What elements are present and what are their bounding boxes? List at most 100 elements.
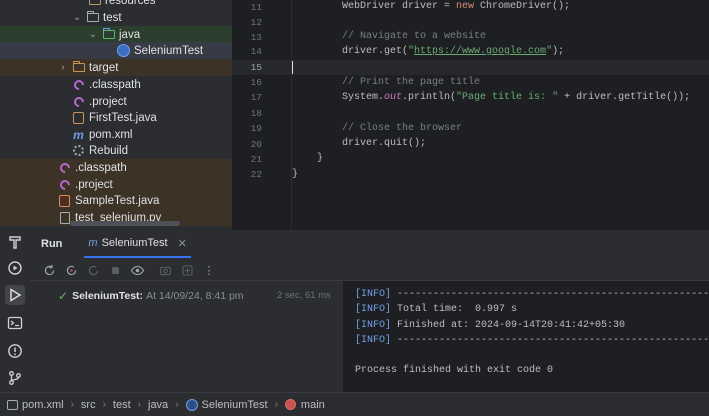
chevron-right-icon: ›: [70, 399, 74, 410]
services-icon[interactable]: [5, 258, 25, 278]
code-line: }: [292, 169, 299, 180]
tree-item-test[interactable]: ⌄ test: [0, 9, 232, 26]
breadcrumb-item[interactable]: › src: [64, 399, 96, 411]
code-field: out: [384, 92, 403, 103]
chevron-right-icon[interactable]: ›: [58, 62, 68, 73]
test-duration: 2 sec, 61 ms: [277, 290, 331, 301]
breadcrumb-item[interactable]: pom.xml: [6, 399, 64, 411]
chevron-right-icon: ›: [274, 399, 278, 410]
tree-item-label: Rebuild: [89, 144, 128, 157]
terminal-icon[interactable]: [5, 313, 25, 333]
tree-item-project[interactable]: .project: [0, 93, 232, 110]
breadcrumb-label: main: [300, 398, 325, 411]
export-icon[interactable]: [178, 262, 196, 278]
tree-item-label: .classpath: [75, 161, 127, 174]
breadcrumb-item[interactable]: › test: [96, 399, 131, 411]
rerun-icon[interactable]: [40, 262, 58, 278]
chevron-right-icon: ›: [102, 399, 106, 410]
breadcrumb-label: java: [148, 398, 169, 411]
line-number: 19: [250, 123, 262, 134]
tool-window-bar: [0, 230, 30, 392]
eclipse-file-icon: [57, 177, 72, 192]
console-text: Finished at: 2024-09-14T20:41:42+05:30: [391, 320, 626, 331]
run-tab-label: SeleniumTest: [101, 237, 168, 249]
tree-item-target[interactable]: › target: [0, 59, 232, 76]
java-class-icon: [185, 398, 198, 411]
code-token: driver.get(: [342, 46, 409, 57]
console-output[interactable]: [INFO] ---------------------------------…: [343, 281, 709, 392]
console-tag: [INFO]: [355, 320, 392, 331]
tree-item-firsttest[interactable]: FirstTest.java: [0, 109, 232, 126]
tree-item-pom[interactable]: m pom.xml: [0, 126, 232, 143]
breadcrumb-item[interactable]: › java: [131, 399, 169, 411]
tree-item-rebuild[interactable]: Rebuild: [0, 142, 232, 159]
code-token: );: [552, 46, 565, 57]
run-tab-seleniumtest[interactable]: m SeleniumTest ✕: [84, 230, 191, 258]
console-line: [INFO] Total time: 0.997 s: [355, 304, 517, 315]
line-number: 17: [250, 92, 262, 103]
tree-item-label: FirstTest.java: [89, 111, 157, 124]
breadcrumb-item[interactable]: › main: [268, 399, 325, 411]
line-number: 11: [250, 2, 262, 13]
close-icon[interactable]: ✕: [178, 237, 187, 250]
breadcrumb-label: src: [80, 398, 96, 411]
chevron-right-icon: ›: [175, 399, 179, 410]
stop-icon[interactable]: [106, 262, 124, 278]
rerun-failed-icon[interactable]: [62, 262, 80, 278]
folder-icon: [88, 0, 101, 7]
gear-icon: [72, 144, 85, 157]
code-url-link[interactable]: https://www.google.com: [414, 46, 546, 57]
tree-item-label: pom.xml: [89, 128, 133, 141]
code-token: System.: [342, 92, 385, 103]
breadcrumb-item[interactable]: › SeleniumTest: [168, 398, 268, 411]
code-line: }: [317, 153, 324, 164]
passed-check-icon: ✓: [58, 289, 69, 303]
build-icon[interactable]: [5, 232, 25, 252]
tree-item-resources[interactable]: resources: [0, 0, 232, 9]
screenshot-icon[interactable]: [156, 262, 174, 278]
tree-item-project-root[interactable]: .project: [0, 176, 232, 193]
tree-item-classpath-root[interactable]: .classpath: [0, 159, 232, 176]
chevron-down-icon[interactable]: ⌄: [72, 12, 82, 23]
line-number: 12: [250, 17, 262, 28]
tree-item-sampletest[interactable]: SampleTest.java: [0, 192, 232, 209]
run-icon[interactable]: [5, 285, 25, 305]
tree-item-label: .project: [89, 95, 127, 108]
current-line-highlight: [232, 60, 709, 75]
test-results-tree: ✓ SeleniumTest: At 14/09/24, 8:41 pm 2 s…: [30, 281, 343, 392]
folder-icon: [86, 11, 99, 24]
more-icon[interactable]: ⋮: [200, 262, 218, 278]
code-keyword: new: [456, 1, 475, 12]
eclipse-file-icon: [57, 160, 72, 175]
git-icon[interactable]: [5, 368, 25, 388]
code-line: driver.quit();: [342, 138, 427, 149]
show-passed-icon[interactable]: [128, 262, 146, 278]
run-tool-window: Run m SeleniumTest ✕ ⋮ ✓ SeleniumTest: A…: [30, 230, 709, 392]
horizontal-scrollbar[interactable]: [70, 221, 180, 226]
toggle-auto-test-icon[interactable]: [84, 262, 102, 278]
tree-item-label: test: [103, 11, 122, 24]
tree-item-java[interactable]: ⌄ java: [0, 26, 232, 43]
line-number: 15: [250, 62, 262, 73]
line-number: 18: [250, 108, 262, 119]
module-icon: [6, 399, 18, 411]
tree-item-label: resources: [105, 0, 156, 7]
line-number: 22: [250, 169, 262, 180]
line-number: 21: [250, 154, 262, 165]
tree-item-classpath[interactable]: .classpath: [0, 76, 232, 93]
tree-item-label: .classpath: [89, 78, 141, 91]
run-tab-bar: Run m SeleniumTest ✕: [30, 230, 709, 258]
breadcrumb-label: pom.xml: [22, 398, 64, 411]
gutter-divider: [291, 0, 292, 230]
status-bar-breadcrumb: pom.xml › src › test › java › SeleniumTe…: [0, 392, 709, 416]
run-toolbar: ⋮: [30, 260, 709, 280]
tree-item-seleniumtest[interactable]: SeleniumTest: [0, 42, 232, 59]
code-editor[interactable]: 11 12 13 14 15 16 17 18 19 20 21 22 WebD…: [232, 0, 709, 230]
text-caret: [292, 61, 293, 74]
code-token: WebDriver driver =: [342, 1, 457, 12]
test-result-row[interactable]: ✓ SeleniumTest: At 14/09/24, 8:41 pm: [58, 289, 244, 303]
code-line: WebDriver driver = new ChromeDriver();: [342, 1, 570, 12]
chevron-down-icon[interactable]: ⌄: [88, 29, 98, 40]
console-line: Process finished with exit code 0: [355, 365, 553, 376]
problems-icon[interactable]: [5, 341, 25, 361]
